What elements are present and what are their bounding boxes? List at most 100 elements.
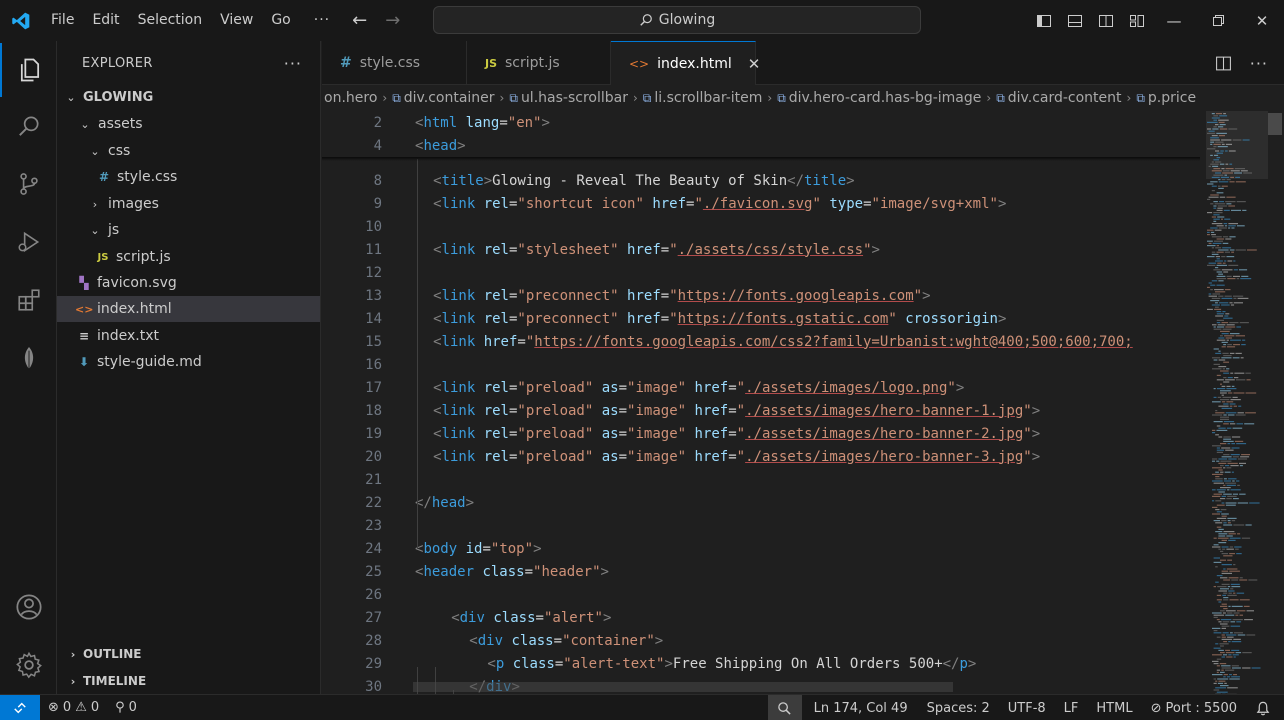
code-line[interactable]: 25 <header class="header"> [322,560,1200,583]
sticky-code-line[interactable]: 4 <head> [322,134,1200,157]
code-line[interactable]: 19 <link rel="preload" as="image" href=".… [322,422,1200,445]
code-line[interactable]: 28 <div class="container"> [322,629,1200,652]
accounts-icon[interactable] [0,580,57,634]
minimap-line [1221,256,1226,258]
menu-more-icon[interactable]: ··· [300,0,344,41]
breadcrumb-item[interactable]: on.hero [324,90,377,106]
notifications-bell-icon[interactable] [1246,695,1284,720]
vertical-scrollbar[interactable] [1268,111,1282,694]
extensions-icon[interactable] [0,273,57,327]
code-line[interactable]: 20 <link rel="preload" as="image" href=".… [322,445,1200,468]
settings-gear-icon[interactable] [0,638,57,692]
code-line[interactable]: 24 <body id="top"> [322,537,1200,560]
vertical-scrollbar-thumb[interactable] [1268,113,1282,135]
toggle-primary-sidebar-icon[interactable] [1028,0,1059,41]
forward-arrow-icon[interactable]: → [385,10,400,31]
tree-item-index-txt[interactable]: ≡ index.txt [57,323,320,349]
breadcrumb-item[interactable]: li.scrollbar-item [654,90,762,106]
live-server-port[interactable]: ⊘ Port : 5500 [1142,695,1246,720]
menu-go[interactable]: Go [262,0,299,41]
code-line[interactable]: 9 <link rel="shortcut icon" href="./favic… [322,192,1200,215]
explorer-more-icon[interactable]: ··· [284,54,302,73]
menu-selection[interactable]: Selection [129,0,212,41]
tree-item-style-guide-md[interactable]: ⬇ style-guide.md [57,349,320,375]
source-control-icon[interactable] [0,157,57,211]
code-line[interactable]: 29 <p class="alert-text">Free Shipping On… [322,652,1200,675]
indentation[interactable]: Spaces: 2 [918,695,999,720]
minimap-line [1222,548,1226,550]
sticky-scroll-header[interactable]: 2 <html lang="en"> 4 <head> [322,111,1200,157]
language-mode[interactable]: HTML [1087,695,1141,720]
zoom-icon[interactable] [767,695,802,720]
folder-root-glowing[interactable]: ⌄ GLOWING [57,84,320,110]
horizontal-scrollbar-thumb[interactable] [413,682,953,692]
mongodb-leaf-icon[interactable] [0,331,57,385]
tree-item-script-js[interactable]: JS script.js [57,244,320,270]
back-arrow-icon[interactable]: ← [352,10,367,31]
minimize-icon[interactable]: — [1152,0,1196,41]
tree-item-index-html[interactable]: <> index.html [57,296,320,322]
code-line[interactable]: 8 <title>Glowing - Reveal The Beauty of S… [322,169,1200,192]
code-line[interactable]: 11 <link rel="stylesheet" href="./assets/… [322,238,1200,261]
tree-item-images[interactable]: › images [57,191,320,217]
end-of-line[interactable]: LF [1055,695,1088,720]
editor-more-icon[interactable]: ··· [1250,54,1268,73]
breadcrumb-item[interactable]: div.container [404,90,495,106]
encoding[interactable]: UTF-8 [999,695,1055,720]
minimap-line [1212,128,1219,130]
code-line[interactable]: 21 [322,468,1200,491]
breadcrumb-item[interactable]: div.hero-card.has-bg-image [789,90,982,106]
code-line[interactable]: 14 <link rel="preconnect" href="https://f… [322,307,1200,330]
code-editor[interactable]: <meta name="viewport" content="width=dev… [322,111,1200,694]
breadcrumb-item[interactable]: ul.has-scrollbar [521,90,628,106]
timeline-section[interactable]: › TIMELINE [57,668,320,694]
code-line[interactable]: 23 [322,514,1200,537]
ports-indicator[interactable]: ⚲ 0 [107,695,145,720]
code-line[interactable]: 27 <div class="alert"> [322,606,1200,629]
tree-item-js[interactable]: ⌄ js [57,217,320,243]
close-tab-icon[interactable]: ✕ [748,55,761,73]
close-window-icon[interactable]: ✕ [1240,0,1284,41]
code-line[interactable]: 15 <link href="https://fonts.googleapis.c… [322,330,1200,353]
breadcrumb-item[interactable]: p.price [1148,90,1196,106]
tree-item-favicon-svg[interactable]: ▚ favicon.svg [57,270,320,296]
minimap-line [1228,590,1235,592]
command-center-search[interactable]: Glowing [433,6,921,34]
tab-script-js[interactable]: JS script.js [467,41,611,85]
tab-index-html[interactable]: <> index.html ✕ [611,41,760,85]
sticky-code-line[interactable]: 2 <html lang="en"> [322,111,1200,134]
toggle-panel-icon[interactable] [1059,0,1090,41]
explorer-files-icon[interactable] [0,43,57,97]
split-editor-icon[interactable] [1215,55,1232,72]
tree-item-assets[interactable]: ⌄ assets [57,111,320,137]
search-view-icon[interactable] [0,99,57,153]
minimap-line [1227,520,1231,522]
code-line[interactable]: 10 [322,215,1200,238]
minimap-line [1229,333,1240,335]
outline-section[interactable]: › OUTLINE [57,641,320,667]
tree-item-style-css[interactable]: # style.css [57,164,320,190]
restore-icon[interactable] [1196,0,1240,41]
customize-layout-icon[interactable] [1121,0,1152,41]
menu-edit[interactable]: Edit [83,0,128,41]
menu-view[interactable]: View [211,0,262,41]
minimap[interactable] [1206,111,1268,694]
minimap-line [1207,212,1213,214]
menu-file[interactable]: File [42,0,83,41]
status-bar: ⊗ 0 ⚠ 0 ⚲ 0 Ln 174, Col 49 Spaces: 2 UTF… [0,694,1284,720]
tree-item-css[interactable]: ⌄ css [57,138,320,164]
code-line[interactable]: 16 [322,353,1200,376]
code-line[interactable]: 22 </head> [322,491,1200,514]
tab-style-css[interactable]: # style.css [322,41,467,85]
toggle-secondary-sidebar-icon[interactable] [1090,0,1121,41]
code-line[interactable]: 26 [322,583,1200,606]
problems-indicator[interactable]: ⊗ 0 ⚠ 0 [40,695,107,720]
code-line[interactable]: 13 <link rel="preconnect" href="https://f… [322,284,1200,307]
remote-indicator-icon[interactable] [0,694,40,720]
code-line[interactable]: 18 <link rel="preload" as="image" href=".… [322,399,1200,422]
breadcrumb-item[interactable]: div.card-content [1008,90,1122,106]
code-line[interactable]: 12 [322,261,1200,284]
cursor-position[interactable]: Ln 174, Col 49 [802,695,918,720]
code-line[interactable]: 17 <link rel="preload" as="image" href=".… [322,376,1200,399]
run-debug-icon[interactable] [0,215,57,269]
